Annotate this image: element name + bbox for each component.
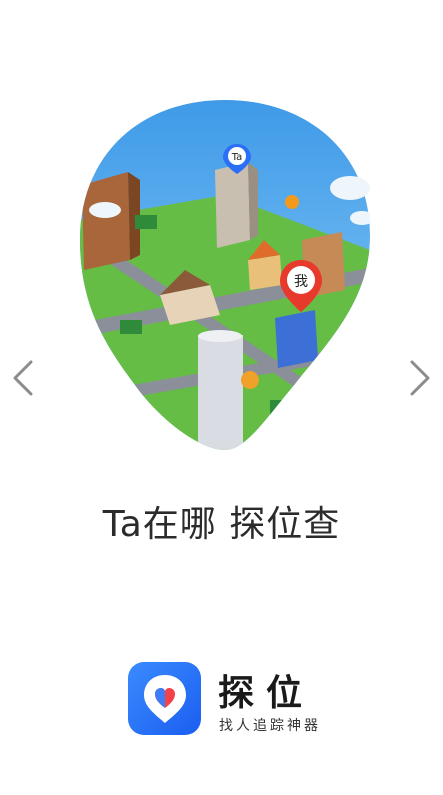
svg-text:我: 我 <box>294 274 308 290</box>
city-pin-illustration: Ta 我 <box>80 100 374 450</box>
app-slogan: 找人追踪神器 <box>219 718 321 734</box>
previous-arrow-icon[interactable] <box>8 358 38 398</box>
app-logo-icon <box>128 662 201 735</box>
next-arrow-icon[interactable] <box>405 358 435 398</box>
svg-text:Ta: Ta <box>231 152 243 163</box>
brand-block: 探位 找人追踪神器 <box>128 662 328 742</box>
app-name: 探位 <box>218 673 315 714</box>
tagline: Ta在哪 探位查 <box>102 504 341 545</box>
